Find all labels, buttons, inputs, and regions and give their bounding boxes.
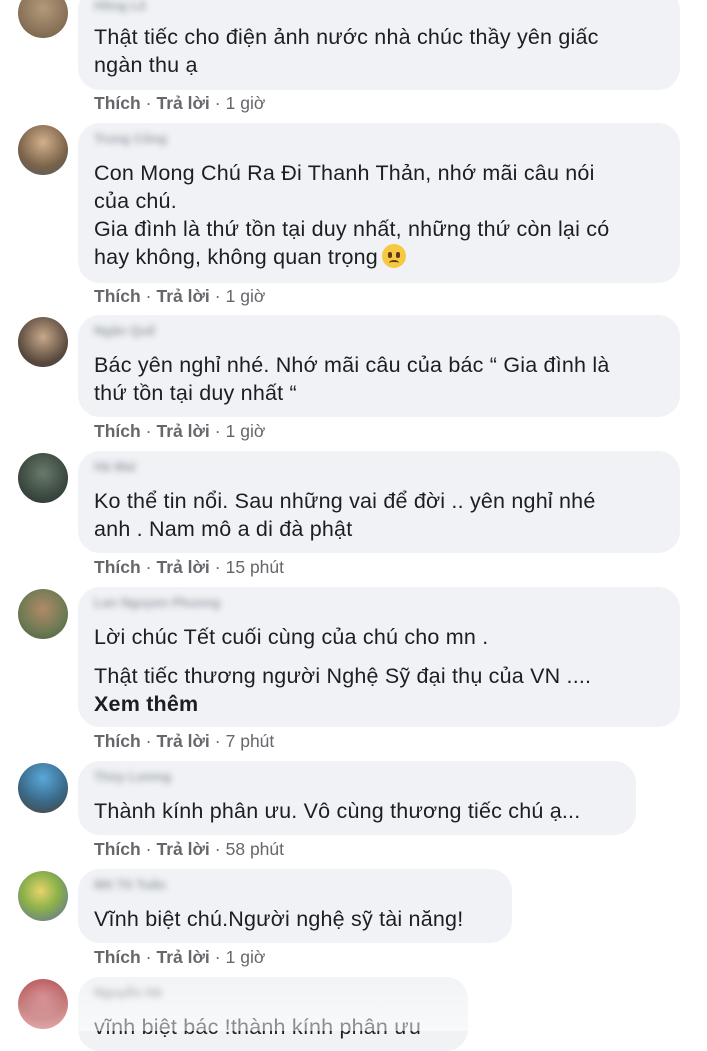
- comment-bubble: Ngân Quế Bác yên nghỉ nhé. Nhớ mãi câu c…: [78, 315, 680, 417]
- like-button[interactable]: Thích: [94, 947, 141, 967]
- separator: ·: [145, 286, 152, 306]
- comment-bubble: Lan Nguyen Phuong Lời chúc Tết cuối cùng…: [78, 587, 680, 727]
- comment-bubble: Hồng Lê Thật tiếc cho điện ảnh nước nhà …: [78, 0, 680, 90]
- separator: ·: [214, 93, 221, 113]
- comment-time[interactable]: 7 phút: [226, 731, 275, 751]
- comment-text: Ko thể tin nổi. Sau những vai để đời .. …: [94, 489, 596, 513]
- comment-actions: Thích · Trả lời · 1 giờ: [94, 947, 265, 968]
- separator: ·: [145, 421, 152, 441]
- avatar[interactable]: [18, 317, 68, 367]
- comment-author[interactable]: Thủy Lương: [94, 769, 171, 787]
- separator: ·: [214, 731, 221, 751]
- see-more-link[interactable]: Xem thêm: [94, 690, 198, 718]
- comment-author[interactable]: Hồng Lê: [94, 0, 146, 16]
- comment-actions: Thích · Trả lời · 1 giờ: [94, 93, 265, 114]
- separator: ·: [214, 557, 221, 577]
- comment-actions: Thích · Trả lời · 1 giờ: [94, 421, 265, 442]
- avatar[interactable]: [18, 125, 68, 175]
- avatar[interactable]: [18, 453, 68, 503]
- reply-button[interactable]: Trả lời: [157, 839, 210, 859]
- comment-text: anh . Nam mô a di đà phật: [94, 517, 353, 541]
- separator: ·: [214, 947, 221, 967]
- reply-button[interactable]: Trả lời: [157, 731, 210, 751]
- comment-actions: Thích · Trả lời · 1 giờ: [94, 286, 265, 307]
- comment-author[interactable]: Ngân Quế: [94, 323, 155, 341]
- comment-text-span: hay không, không quan trọng: [94, 245, 378, 269]
- comment-time[interactable]: 15 phút: [226, 557, 284, 577]
- reply-button[interactable]: Trả lời: [157, 421, 210, 441]
- reply-button[interactable]: Trả lời: [157, 93, 210, 113]
- comment-text: Lời chúc Tết cuối cùng của chú cho mn .: [94, 625, 489, 649]
- comment-bubble: Trung Công Con Mong Chú Ra Đi Thanh Thản…: [78, 123, 680, 283]
- comment-author[interactable]: Nguyễn Hà: [94, 985, 162, 1003]
- comment-author[interactable]: Lan Nguyen Phuong: [94, 595, 220, 613]
- like-button[interactable]: Thích: [94, 839, 141, 859]
- comment-text: Thật tiếc thương người Nghệ Sỹ đại thụ c…: [94, 664, 592, 688]
- comment-text: Vĩnh biệt chú.Người nghệ sỹ tài năng!: [94, 907, 464, 931]
- like-button[interactable]: Thích: [94, 286, 141, 306]
- reply-button[interactable]: Trả lời: [157, 947, 210, 967]
- comment-bubble: Thủy Lương Thành kính phân ưu. Vô cùng t…: [78, 761, 636, 835]
- comment-actions: Thích · Trả lời · 7 phút: [94, 731, 274, 752]
- separator: ·: [145, 839, 152, 859]
- separator: ·: [145, 93, 152, 113]
- comment-bubble: Hà Mai Ko thể tin nổi. Sau những vai để …: [78, 451, 680, 553]
- separator: ·: [214, 286, 221, 306]
- comment-text: Thật tiếc cho điện ảnh nước nhà chúc thầ…: [94, 25, 599, 49]
- like-button[interactable]: Thích: [94, 421, 141, 441]
- comment-text: thứ tồn tại duy nhất “: [94, 381, 297, 405]
- like-button[interactable]: Thích: [94, 93, 141, 113]
- separator: ·: [145, 557, 152, 577]
- comment-text: vĩnh biệt bác !thành kính phân ưu: [94, 1015, 422, 1039]
- comment-text: Bác yên nghỉ nhé. Nhớ mãi câu của bác “ …: [94, 353, 610, 377]
- comment-author[interactable]: Trung Công: [94, 131, 167, 149]
- comment-text: hay không, không quan trọng: [94, 243, 406, 271]
- avatar[interactable]: [18, 979, 68, 1029]
- comment-time[interactable]: 1 giờ: [226, 947, 266, 967]
- comment-time[interactable]: 1 giờ: [226, 93, 266, 113]
- like-button[interactable]: Thích: [94, 731, 141, 751]
- reply-button[interactable]: Trả lời: [157, 286, 210, 306]
- avatar[interactable]: [18, 871, 68, 921]
- reply-button[interactable]: Trả lời: [157, 557, 210, 577]
- separator: ·: [214, 421, 221, 441]
- comment-time[interactable]: 1 giờ: [226, 421, 266, 441]
- comment-time[interactable]: 1 giờ: [226, 286, 266, 306]
- comment-actions: Thích · Trả lời · 58 phút: [94, 839, 284, 860]
- comment-text: của chú.: [94, 189, 177, 213]
- avatar[interactable]: [18, 589, 68, 639]
- avatar[interactable]: [18, 0, 68, 38]
- separator: ·: [214, 839, 221, 859]
- separator: ·: [145, 731, 152, 751]
- comment-bubble: Mít Tít Tuấn Vĩnh biệt chú.Người nghệ sỹ…: [78, 869, 512, 943]
- like-button[interactable]: Thích: [94, 557, 141, 577]
- comment-time[interactable]: 58 phút: [226, 839, 284, 859]
- comment-author[interactable]: Mít Tít Tuấn: [94, 877, 166, 895]
- comment-text: Thành kính phân ưu. Vô cùng thương tiếc …: [94, 799, 581, 823]
- comment-actions: Thích · Trả lời · 15 phút: [94, 557, 284, 578]
- separator: ·: [145, 947, 152, 967]
- comment-author[interactable]: Hà Mai: [94, 459, 136, 477]
- avatar[interactable]: [18, 763, 68, 813]
- comment-text: Con Mong Chú Ra Đi Thanh Thản, nhớ mãi c…: [94, 161, 595, 185]
- comment-bubble: Nguyễn Hà vĩnh biệt bác !thành kính phân…: [78, 977, 468, 1051]
- comment-text: ngàn thu ạ: [94, 53, 198, 77]
- crying-face-icon: [381, 244, 406, 268]
- comment-text: Gia đình là thứ tồn tại duy nhất, những …: [94, 217, 610, 241]
